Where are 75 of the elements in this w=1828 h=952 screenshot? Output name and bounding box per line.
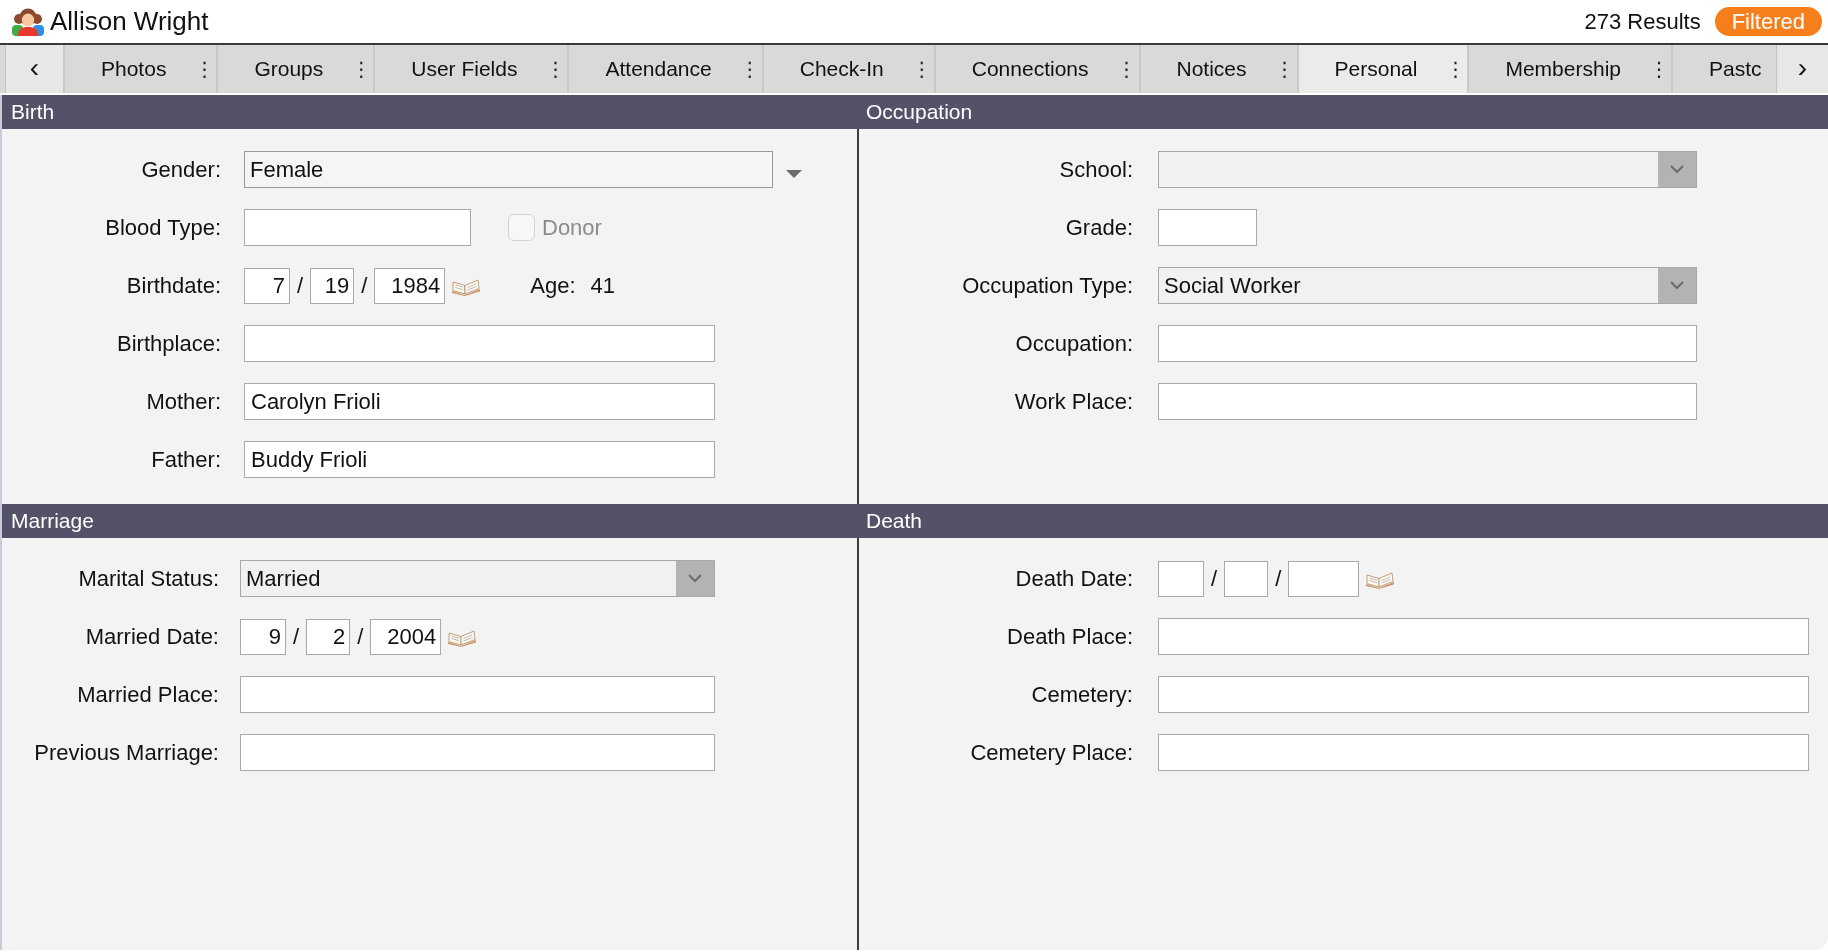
chevron-down-icon[interactable] (1658, 152, 1696, 187)
text-field[interactable] (1158, 618, 1809, 655)
text-field[interactable] (1158, 734, 1809, 771)
text-field[interactable] (240, 676, 715, 713)
dropdown[interactable]: Social Worker (1158, 267, 1697, 304)
text-field[interactable] (1158, 676, 1809, 713)
date-field[interactable]: 19 (310, 267, 355, 304)
tab[interactable]: Personal ⋮ (1298, 45, 1470, 93)
tab-menu-button[interactable]: ⋮ (739, 57, 750, 81)
chevron-down-icon[interactable] (1658, 268, 1696, 303)
date-field[interactable]: 1984 (374, 267, 446, 304)
results-count: 273 Results (1584, 8, 1701, 35)
scroll-right-button[interactable]: › (1776, 45, 1828, 93)
date-field[interactable]: 2 (306, 618, 351, 655)
field-label: Gender: (140, 156, 221, 183)
text-field[interactable] (1158, 209, 1257, 246)
field-label: Cemetery Place: (969, 739, 1133, 766)
tab-menu-button[interactable]: ⋮ (911, 57, 922, 81)
field-label: Death Date: (1014, 565, 1133, 592)
people-icon (12, 7, 44, 36)
text-field[interactable] (244, 325, 715, 362)
text-field[interactable] (1158, 383, 1697, 420)
date-separator: / (1210, 565, 1219, 592)
date-separator: / (360, 272, 369, 299)
date-separator: / (1274, 565, 1283, 592)
chevron-down-icon[interactable] (676, 561, 714, 596)
field-label: Birthplace: (116, 330, 221, 357)
text-field[interactable]: Carolyn Frioli (244, 383, 715, 420)
record-title: Allison Wright (50, 6, 209, 37)
field-label: Marital Status: (77, 565, 219, 592)
age-value: 41 (590, 272, 615, 299)
date-field[interactable] (1224, 560, 1269, 597)
date-field[interactable]: 2004 (370, 618, 442, 655)
dropdown[interactable]: Married (240, 560, 715, 597)
scroll-left-button[interactable]: ‹ (5, 45, 65, 93)
field-label: Death Place: (1006, 623, 1133, 650)
field-label: School: (1058, 156, 1133, 183)
date-separator: / (356, 623, 365, 650)
date-separator: / (296, 272, 305, 299)
age-label: Age: (530, 272, 576, 299)
section-header: Death (857, 504, 1828, 538)
tab-menu-button[interactable]: ⋮ (1116, 57, 1127, 81)
field-label: Grade: (1064, 214, 1133, 241)
dropdown[interactable] (1158, 151, 1697, 188)
field-label: Work Place: (1013, 388, 1133, 415)
field-label: Occupation: (1014, 330, 1133, 357)
field-label: Married Date: (84, 623, 219, 650)
text-field[interactable] (1158, 325, 1697, 362)
text-field[interactable] (244, 209, 471, 246)
text-field[interactable]: Buddy Frioli (244, 441, 715, 478)
field-label: Previous Marriage: (33, 739, 219, 766)
date-field[interactable] (1158, 560, 1204, 597)
tab-menu-button[interactable]: ⋮ (1649, 57, 1659, 81)
section-header: Occupation (857, 95, 1828, 129)
tab-menu-button[interactable]: ⋮ (1274, 57, 1285, 81)
text-field[interactable] (240, 734, 715, 771)
section-header: Marriage (2, 504, 857, 538)
section-header: Birth (2, 95, 857, 129)
field-label: Cemetery: (1030, 681, 1133, 708)
field-label: Birthdate: (125, 272, 221, 299)
tab-menu-button[interactable]: ⋮ (351, 57, 362, 81)
date-field[interactable] (1288, 560, 1360, 597)
field-label: Occupation Type: (961, 272, 1133, 299)
date-field[interactable]: 7 (244, 267, 290, 304)
date-field[interactable]: 9 (240, 618, 286, 655)
dropdown[interactable]: Female (244, 151, 773, 188)
tab-menu-button[interactable]: ⋮ (545, 57, 556, 81)
field-label: Blood Type: (104, 214, 221, 241)
field-label: Father: (150, 446, 221, 473)
caret-down-icon[interactable] (786, 170, 802, 178)
date-separator: / (292, 623, 301, 650)
field-label: Mother: (145, 388, 221, 415)
tab-menu-button[interactable]: ⋮ (1445, 57, 1456, 81)
field-label: Married Place: (76, 681, 219, 708)
tab-menu-button[interactable]: ⋮ (194, 57, 205, 81)
